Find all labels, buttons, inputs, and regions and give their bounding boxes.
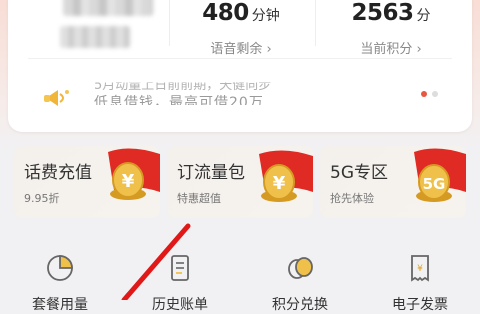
- service-package-usage[interactable]: 套餐用量: [0, 246, 120, 314]
- promo-subtitle: 9.95折: [24, 192, 60, 205]
- divider: [315, 0, 316, 46]
- carousel-dot-active: [421, 91, 427, 97]
- promo-card-recharge[interactable]: 话费充值 9.95折 ¥: [14, 146, 160, 218]
- voice-remaining-unit: 分钟: [251, 8, 280, 24]
- coin-flag-icon: ¥: [108, 148, 160, 200]
- promo-card-5g-zone[interactable]: 5G专区 抢先体验 5G: [320, 146, 466, 218]
- promo-title: 5G专区: [330, 163, 388, 183]
- current-points-label: 当前积分: [360, 42, 413, 57]
- promo-card-data-package[interactable]: 订流量包 特惠超值 ¥: [167, 146, 313, 218]
- current-points-unit: 分: [416, 8, 431, 24]
- service-label: 电子发票: [392, 297, 448, 313]
- service-e-invoice[interactable]: ¥ 电子发票: [360, 246, 480, 314]
- coins-icon: [288, 257, 313, 279]
- svg-text:¥: ¥: [417, 264, 423, 274]
- voice-remaining-value: 480: [202, 0, 249, 26]
- service-label: 积分兑换: [272, 297, 328, 313]
- service-label: 套餐用量: [32, 297, 88, 313]
- bill-icon: [171, 255, 189, 281]
- promo-title: 话费充值: [24, 163, 92, 183]
- badge-text: 5G: [423, 175, 446, 193]
- promo-subtitle: 特惠超值: [177, 192, 221, 205]
- invoice-icon: ¥: [411, 255, 429, 282]
- service-bill-history[interactable]: 历史账单: [120, 246, 240, 314]
- carousel-indicator: [421, 82, 443, 101]
- voice-remaining-stat[interactable]: 480 分钟 语音剩余 ›: [171, 0, 311, 57]
- chevron-right-icon: ›: [266, 42, 272, 57]
- voice-remaining-label: 语音剩余: [210, 42, 263, 57]
- blurred-phone-number: [63, 0, 153, 16]
- carousel-dot: [432, 91, 438, 97]
- service-label: 历史账单: [152, 297, 208, 313]
- pie-chart-icon: [47, 255, 73, 281]
- service-points-exchange[interactable]: 积分兑换: [240, 246, 360, 314]
- badge-text: ¥: [273, 173, 286, 194]
- divider: [28, 58, 452, 59]
- current-points-stat[interactable]: 2563 分 当前积分 ›: [321, 0, 461, 57]
- divider: [169, 0, 170, 46]
- badge-text: ¥: [122, 171, 135, 192]
- megaphone-icon: [44, 90, 69, 106]
- chevron-right-icon: ›: [416, 42, 422, 57]
- notice-text-current[interactable]: 低息借钱，最高可借20万: [94, 92, 264, 105]
- promo-subtitle: 抢先体验: [330, 192, 374, 205]
- promo-title: 订流量包: [177, 163, 245, 183]
- blurred-user-info: [60, 26, 130, 48]
- service-grid: 套餐用量 历史账单 积分兑换 ¥ 电子发票: [0, 246, 480, 313]
- notice-text-previous: 5月动量上日前前期，天健向步: [94, 78, 272, 93]
- account-summary-card: 480 分钟 语音剩余 › 2563 分 当前积分 › 5月动量上日前前期，天健向步…: [8, 0, 472, 132]
- coin-flag-icon: 5G: [414, 148, 466, 202]
- current-points-value: 2563: [351, 0, 414, 26]
- coin-flag-icon: ¥: [259, 150, 313, 202]
